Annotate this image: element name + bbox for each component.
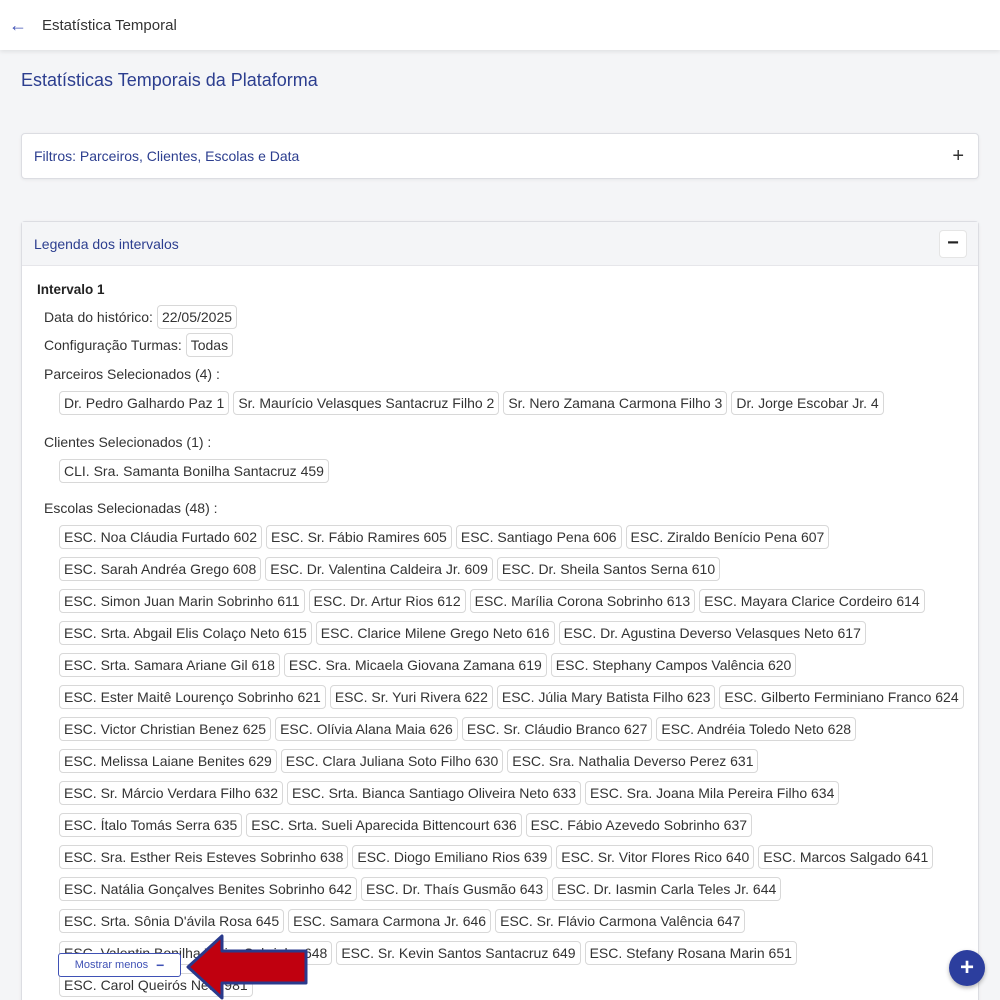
legend-title: Legenda dos intervalos (34, 235, 179, 252)
data-label: Data do histórico: (44, 309, 153, 325)
escola-chip: ESC. Sr. Márcio Verdara Filho 632 (59, 781, 283, 805)
parceiro-chip: Dr. Jorge Escobar Jr. 4 (731, 391, 884, 415)
escola-chip: ESC. Natália Gonçalves Benites Sobrinho … (59, 877, 357, 901)
config-value: Todas (185, 333, 234, 357)
parceiro-chip: Sr. Nero Zamana Carmona Filho 3 (503, 391, 728, 415)
escola-chip: ESC. Marília Corona Sobrinho 613 (469, 589, 696, 613)
arrow-left-icon[interactable]: ← (0, 3, 36, 47)
escola-chip: ESC. Clarice Milene Grego Neto 616 (315, 621, 555, 645)
escola-chip: ESC. Dr. Sheila Santos Serna 610 (496, 557, 721, 581)
escolas-label: Escolas Selecionadas (48) : (44, 500, 218, 516)
clientes-label: Clientes Selecionados (1) : (44, 434, 212, 450)
escola-chip: ESC. Ester Maitê Lourenço Sobrinho 621 (59, 685, 326, 709)
show-less-button[interactable]: Mostrar menos − (58, 953, 181, 977)
escola-chip: ESC. Srta. Abgail Elis Colaço Neto 615 (59, 621, 312, 645)
plus-icon: + (959, 954, 974, 981)
collapse-minus-icon[interactable]: − (940, 230, 966, 257)
clientes-list: CLI. Sra. Samanta Bonilha Santacruz 459 (59, 457, 969, 485)
data-value: 22/05/2025 (156, 305, 238, 329)
escola-chip: ESC. Sr. Fábio Ramires 605 (266, 525, 452, 549)
escola-chip: ESC. Olívia Alana Maia 626 (275, 717, 458, 741)
escola-chip: ESC. Melissa Laiane Benites 629 (59, 749, 277, 773)
page-title: Estatísticas Temporais da Plataforma (21, 70, 318, 90)
legend-header[interactable]: Legenda dos intervalos − (22, 222, 978, 266)
escola-chip: ESC. Mayara Clarice Cordeiro 614 (699, 589, 925, 613)
escola-chip: ESC. Marcos Salgado 641 (758, 845, 934, 869)
escola-chip: ESC. Fábio Azevedo Sobrinho 637 (525, 813, 753, 837)
escola-chip: ESC. Dr. Artur Rios 612 (308, 589, 466, 613)
data-row: Data do histórico: 22/05/2025 (44, 303, 964, 331)
escola-chip: ESC. Dr. Agustina Deverso Velasques Neto… (558, 621, 866, 645)
parceiro-chip: Dr. Pedro Galhardo Paz 1 (59, 391, 230, 415)
escola-chip: ESC. Srta. Sueli Aparecida Bittencourt 6… (246, 813, 522, 837)
escola-chip: ESC. Noa Cláudia Furtado 602 (59, 525, 262, 549)
show-less-label: Mostrar menos (74, 959, 149, 971)
escola-chip: ESC. Dr. Valentina Caldeira Jr. 609 (265, 557, 493, 581)
escola-chip: ESC. Andréia Toledo Neto 628 (656, 717, 857, 741)
escola-chip: ESC. Stephany Campos Valência 620 (550, 653, 797, 677)
topbar-title: Estatística Temporal (42, 16, 177, 34)
escola-chip: ESC. Sarah Andréa Grego 608 (59, 557, 262, 581)
escola-chip: ESC. Sr. Kevin Santos Santacruz 649 (336, 941, 581, 965)
escola-chip: ESC. Sr. Yuri Rivera 622 (329, 685, 493, 709)
parceiros-list: Dr. Pedro Galhardo Paz 1 Sr. Maurício Vel… (59, 389, 969, 417)
legend-body: Intervalo 1 Data do histórico: 22/05/202… (22, 266, 978, 999)
cliente-chip: CLI. Sra. Samanta Bonilha Santacruz 459 (59, 459, 329, 483)
filters-title: Filtros: Parceiros, Clientes, Escolas e … (34, 148, 300, 164)
escola-chip: ESC. Sr. Cláudio Branco 627 (461, 717, 653, 741)
escola-chip: ESC. Sra. Micaela Giovana Zamana 619 (283, 653, 547, 677)
top-bar: ← Estatística Temporal (0, 0, 1000, 50)
parceiro-chip: Sr. Maurício Velasques Santacruz Filho 2 (233, 391, 500, 415)
escola-chip: ESC. Ziraldo Benício Pena 607 (625, 525, 830, 549)
add-fab-button[interactable]: + (949, 950, 985, 986)
escola-chip: ESC. Srta. Bianca Santiago Oliveira Neto… (287, 781, 582, 805)
escola-chip: ESC. Diogo Emiliano Rios 639 (352, 845, 553, 869)
escolas-list: ESC. Noa Cláudia Furtado 602 ESC. Sr. Fáb… (59, 523, 969, 999)
parceiros-label: Parceiros Selecionados (4) : (44, 366, 220, 382)
escola-chip: ESC. Júlia Mary Batista Filho 623 (496, 685, 716, 709)
escola-chip: ESC. Sra. Joana Mila Pereira Filho 634 (585, 781, 840, 805)
escola-chip: ESC. Sr. Flávio Carmona Valência 647 (495, 909, 746, 933)
expand-plus-icon[interactable]: + (952, 146, 964, 166)
escola-chip: ESC. Dr. Thaís Gusmão 643 (360, 877, 549, 901)
escola-chip: ESC. Santiago Pena 606 (455, 525, 622, 549)
escola-chip: ESC. Srta. Samara Ariane Gil 618 (59, 653, 280, 677)
escola-chip: ESC. Samara Carmona Jr. 646 (288, 909, 492, 933)
config-label: Configuração Turmas: (44, 337, 182, 353)
legend-panel: Legenda dos intervalos − Intervalo 1 Dat… (21, 221, 979, 1000)
escola-chip: ESC. Ítalo Tomás Serra 635 (59, 813, 243, 837)
filters-panel[interactable]: Filtros: Parceiros, Clientes, Escolas e … (21, 133, 979, 179)
escola-chip: ESC. Simon Juan Marin Sobrinho 611 (59, 589, 305, 613)
escola-chip: ESC. Sra. Esther Reis Esteves Sobrinho 6… (59, 845, 349, 869)
escola-chip: ESC. Sr. Vitor Flores Rico 640 (556, 845, 755, 869)
escola-chip: ESC. Dr. Iasmin Carla Teles Jr. 644 (552, 877, 782, 901)
escola-chip: ESC. Gilberto Ferminiano Franco 624 (719, 685, 964, 709)
escola-chip: ESC. Victor Christian Benez 625 (59, 717, 272, 741)
config-row: Configuração Turmas: Todas (44, 331, 964, 359)
escola-chip: ESC. Stefany Rosana Marin 651 (584, 941, 797, 965)
escola-chip: ESC. Clara Juliana Soto Filho 630 (280, 749, 504, 773)
interval-title: Intervalo 1 (37, 282, 105, 297)
minus-icon: − (156, 957, 165, 973)
annotation-arrow-icon (186, 934, 308, 1000)
escola-chip: ESC. Srta. Sônia D'ávila Rosa 645 (59, 909, 285, 933)
escola-chip: ESC. Sra. Nathalia Deverso Perez 631 (507, 749, 759, 773)
